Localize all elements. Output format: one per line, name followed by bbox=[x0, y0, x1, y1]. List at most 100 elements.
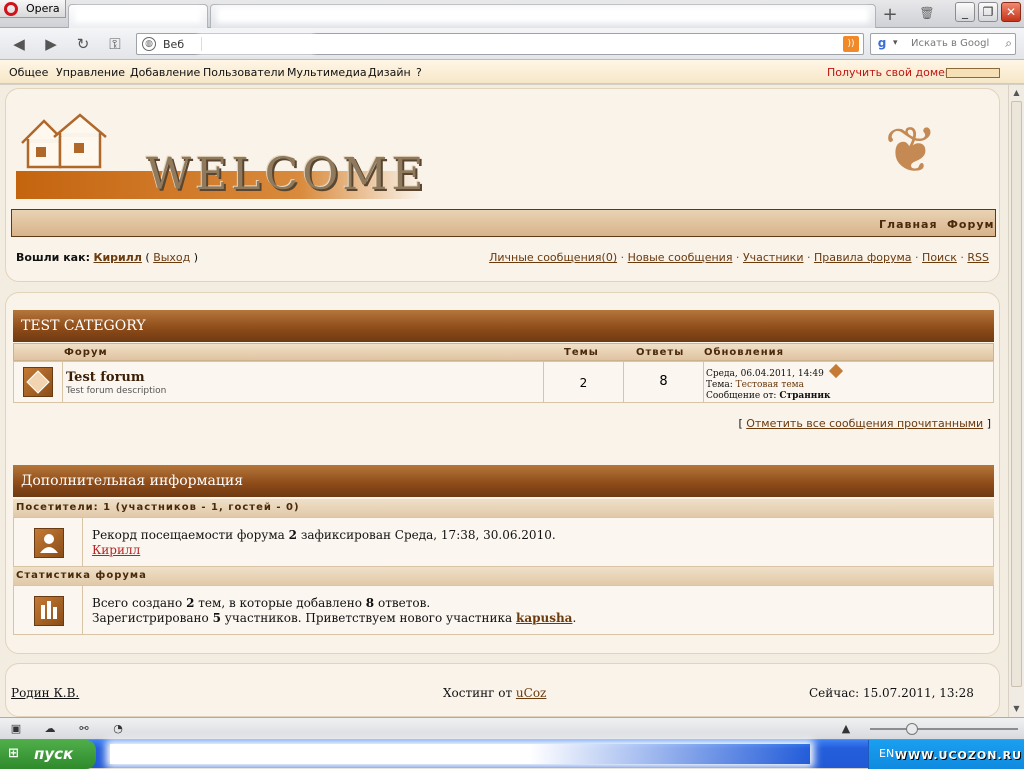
language-indicator[interactable]: EN bbox=[879, 747, 894, 760]
browser-status-bar: ▣ ☁ ⚯ ◔ ▲ bbox=[0, 717, 1024, 739]
username-link[interactable]: Кирилл bbox=[93, 251, 141, 264]
browser-tab-bar: Opera + 🗑 _ ❐ ✕ bbox=[0, 0, 1024, 28]
menu-design[interactable]: Дизайн bbox=[368, 66, 411, 79]
browser-tab[interactable] bbox=[68, 4, 208, 28]
user-icon bbox=[34, 528, 64, 558]
category-title[interactable]: TEST CATEGORY bbox=[13, 310, 994, 342]
forum-replies: 8 bbox=[659, 374, 668, 389]
logout-link[interactable]: Выход bbox=[153, 251, 190, 264]
taskbar-buttons[interactable] bbox=[110, 744, 810, 764]
address-toolbar: ◀ ▶ ↻ ⚿ ◍ Веб )) g ▾ Искать в Googl ⌕ bbox=[0, 28, 1024, 60]
last-topic-link[interactable]: Тестовая тема bbox=[736, 380, 804, 390]
search-input[interactable]: g ▾ Искать в Googl ⌕ bbox=[870, 33, 1016, 55]
zoom-slider[interactable] bbox=[870, 728, 1018, 730]
forum-row: Test forum Test forum description 2 8 Ср… bbox=[13, 361, 994, 403]
browser-tab[interactable] bbox=[210, 4, 876, 28]
trash-icon[interactable]: 🗑 bbox=[918, 6, 936, 22]
menu-general[interactable]: Общее bbox=[9, 66, 48, 79]
online-user-link[interactable]: Кирилл bbox=[92, 543, 140, 557]
search-icon[interactable]: ⌕ bbox=[1005, 36, 1012, 51]
user-links: Личные сообщения(0) · Новые сообщения · … bbox=[489, 251, 989, 264]
nav-home[interactable]: Главная bbox=[879, 218, 938, 231]
nav-forum[interactable]: Форум bbox=[947, 218, 995, 231]
menu-multimedia[interactable]: Мультимедиа bbox=[287, 66, 367, 79]
menu-add[interactable]: Добавление bbox=[130, 66, 200, 79]
toolbar-handle[interactable] bbox=[946, 68, 1000, 78]
chevron-down-icon[interactable]: ▾ bbox=[893, 38, 898, 48]
stats-row: Всего создано 2 тем, в которые добавлено… bbox=[13, 585, 994, 635]
scroll-down-icon[interactable]: ▼ bbox=[1009, 701, 1024, 716]
view-up-icon[interactable]: ▲ bbox=[838, 721, 854, 737]
forum-icon bbox=[23, 367, 53, 397]
speed-icon[interactable]: ◔ bbox=[110, 721, 126, 737]
forum-name[interactable]: Test forum bbox=[66, 370, 145, 385]
login-status: Вошли как: Кирилл ( Выход ) bbox=[16, 251, 199, 264]
new-messages-link[interactable]: Новые сообщения bbox=[628, 251, 733, 264]
ucoz-link[interactable]: uCoz bbox=[516, 686, 546, 700]
author-link[interactable]: Родин К.В. bbox=[11, 686, 79, 700]
search-placeholder: Искать в Googl bbox=[911, 38, 990, 49]
share-icon[interactable]: ⚯ bbox=[76, 721, 92, 737]
members-link[interactable]: Участники bbox=[743, 251, 804, 264]
rss-link[interactable]: RSS bbox=[967, 251, 989, 264]
forum-description: Test forum description bbox=[66, 386, 167, 396]
zoom-slider-knob[interactable] bbox=[906, 723, 918, 735]
minimize-icon[interactable]: _ bbox=[955, 2, 975, 22]
rss-icon[interactable]: )) bbox=[843, 36, 859, 52]
google-icon[interactable]: g bbox=[874, 36, 890, 52]
extra-info-title: Дополнительная информация bbox=[13, 465, 994, 497]
scroll-up-icon[interactable]: ▲ bbox=[1009, 85, 1024, 100]
menu-users[interactable]: Пользователи bbox=[203, 66, 285, 79]
start-button[interactable]: ⊞ пуск bbox=[0, 740, 96, 769]
col-updates: Обновления bbox=[704, 347, 785, 358]
site-watermark: WWW.UCOZON.RU bbox=[894, 749, 1022, 762]
get-domain-link[interactable]: Получить свой домен bbox=[827, 66, 952, 79]
site-logo[interactable]: WELCOME bbox=[16, 111, 423, 200]
mark-all-read-link[interactable]: Отметить все сообщения прочитанными bbox=[746, 417, 983, 430]
mark-read: [ Отметить все сообщения прочитанными ] bbox=[738, 417, 991, 430]
url-input[interactable]: ◍ Веб )) bbox=[136, 33, 864, 55]
system-tray: EN WWW.UCOZON.RU bbox=[868, 740, 1024, 769]
cloud-icon[interactable]: ☁ bbox=[42, 721, 58, 737]
menu-help[interactable]: ? bbox=[416, 66, 422, 79]
windows-logo-icon: ⊞ bbox=[8, 746, 19, 761]
stats-heading: Статистика форума bbox=[13, 567, 994, 585]
globe-icon: ◍ bbox=[142, 37, 156, 51]
last-post-icon[interactable] bbox=[828, 363, 843, 379]
panel-toggle-icon[interactable]: ▣ bbox=[8, 721, 24, 737]
last-author[interactable]: Странник bbox=[779, 391, 830, 401]
windows-taskbar: ⊞ пуск EN WWW.UCOZON.RU bbox=[0, 739, 1024, 769]
scroll-thumb[interactable] bbox=[1011, 101, 1022, 687]
visitors-text: Рекорд посещаемости форума 2 зафиксирова… bbox=[92, 528, 556, 557]
vertical-scrollbar[interactable]: ▲ ▼ bbox=[1008, 85, 1024, 717]
login-label: Вошли как: bbox=[16, 251, 90, 264]
visitors-row: Рекорд посещаемости форума 2 зафиксирова… bbox=[13, 517, 994, 567]
url-text bbox=[201, 37, 311, 51]
site-header: WELCOME ❦ Главная Форум Вошли как: Кирил… bbox=[5, 88, 1000, 282]
visitors-heading: Посетители: 1 (участников - 1, гостей - … bbox=[13, 499, 994, 517]
new-tab-icon[interactable]: + bbox=[880, 6, 900, 24]
close-icon[interactable]: ✕ bbox=[1001, 2, 1021, 22]
main-nav: Главная Форум bbox=[11, 209, 996, 237]
forum-rules-link[interactable]: Правила форума bbox=[814, 251, 912, 264]
start-label: пуск bbox=[34, 745, 74, 763]
url-label: Веб bbox=[163, 38, 185, 51]
newest-member-link[interactable]: kapusha bbox=[516, 611, 572, 625]
opera-menu-button[interactable]: Opera bbox=[0, 0, 66, 18]
forward-icon[interactable]: ▶ bbox=[42, 36, 60, 52]
forum-panel: TEST CATEGORY Форум Темы Ответы Обновлен… bbox=[5, 292, 1000, 654]
menu-management[interactable]: Управление bbox=[56, 66, 125, 79]
forum-table-header: Форум Темы Ответы Обновления bbox=[13, 343, 994, 361]
col-forum: Форум bbox=[64, 347, 108, 358]
key-icon[interactable]: ⚿ bbox=[106, 36, 124, 52]
hosting-text: Хостинг от uCoz bbox=[443, 686, 547, 700]
welcome-logo-text: WELCOME bbox=[146, 149, 428, 200]
stats-text: Всего создано 2 тем, в которые добавлено… bbox=[92, 596, 577, 625]
private-messages-link[interactable]: Личные сообщения(0) bbox=[489, 251, 617, 264]
restore-icon[interactable]: ❐ bbox=[978, 2, 998, 22]
reload-icon[interactable]: ↻ bbox=[74, 36, 92, 52]
back-icon[interactable]: ◀ bbox=[10, 36, 28, 52]
stats-icon bbox=[34, 596, 64, 626]
current-time: Сейчас: 15.07.2011, 13:28 bbox=[809, 686, 974, 700]
search-link[interactable]: Поиск bbox=[922, 251, 957, 264]
